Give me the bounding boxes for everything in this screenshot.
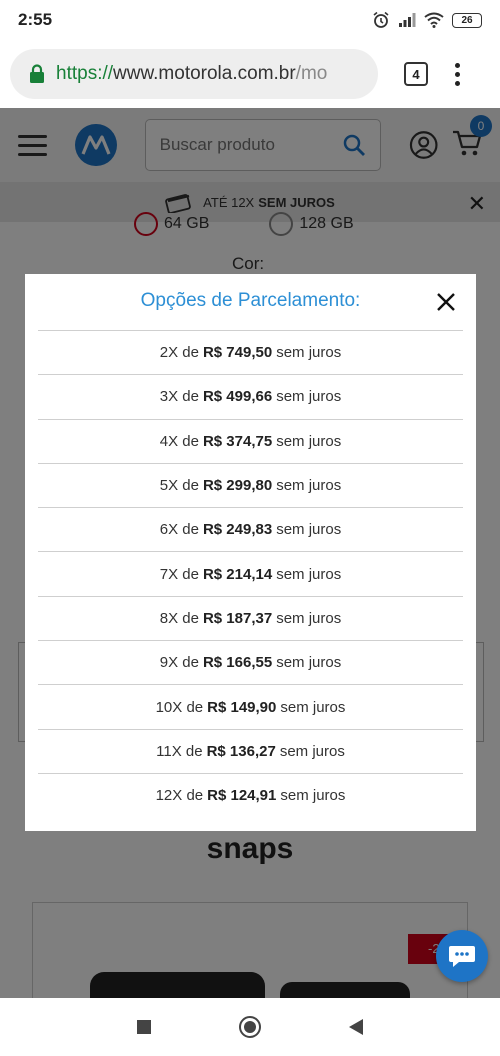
back-button[interactable]: [349, 1019, 363, 1035]
installment-list: 2X de R$ 749,50 sem juros 3X de R$ 499,66 se…: [38, 330, 463, 817]
wifi-icon: [424, 12, 444, 28]
url-text: https://www.motorola.com.br/mo: [56, 63, 327, 85]
close-icon[interactable]: [434, 290, 458, 314]
modal-title: Opções de Parcelamento:: [140, 290, 361, 311]
installment-row: 11X de R$ 136,27 sem juros: [38, 728, 463, 773]
signal-icon: [399, 13, 416, 27]
installment-row: 12X de R$ 124,91 sem juros: [38, 772, 463, 817]
url-path: /mo: [295, 63, 328, 84]
chat-icon: [449, 946, 475, 967]
browser-menu-button[interactable]: [454, 62, 460, 86]
installment-row: 4X de R$ 374,75 sem juros: [38, 418, 463, 463]
url-host: www.motorola.com.br: [113, 63, 296, 84]
installment-row: 5X de R$ 299,80 sem juros: [38, 462, 463, 507]
installments-modal: Opções de Parcelamento: 2X de R$ 749,50 se…: [25, 274, 476, 831]
chat-button[interactable]: [436, 930, 488, 982]
installment-row: 9X de R$ 166,55 sem juros: [38, 640, 463, 684]
installment-row: 2X de R$ 749,50 sem juros: [38, 330, 463, 374]
home-button[interactable]: [239, 1016, 261, 1038]
alarm-icon: [373, 11, 389, 28]
installment-row: 10X de R$ 149,90 sem juros: [38, 684, 463, 728]
tab-switcher-button[interactable]: 4: [404, 62, 428, 86]
recents-button[interactable]: [137, 1020, 151, 1034]
url-scheme: https://: [56, 63, 114, 84]
url-bar[interactable]: https://www.motorola.com.br/mo: [10, 49, 378, 99]
browser-toolbar: https://www.motorola.com.br/mo 4: [0, 40, 500, 108]
lock-icon: [30, 64, 44, 83]
installment-row: 8X de R$ 187,37 sem juros: [38, 595, 463, 640]
system-nav-bar: [0, 998, 500, 1056]
status-time: 2:55: [18, 10, 53, 29]
status-icons: 26: [372, 11, 482, 29]
status-bar: 2:55 26: [0, 0, 500, 40]
installment-row: 3X de R$ 499,66 sem juros: [38, 374, 463, 418]
installment-row: 7X de R$ 214,14 sem juros: [38, 551, 463, 595]
battery-icon: 26: [452, 12, 482, 28]
installment-row: 6X de R$ 249,83 sem juros: [38, 507, 463, 551]
